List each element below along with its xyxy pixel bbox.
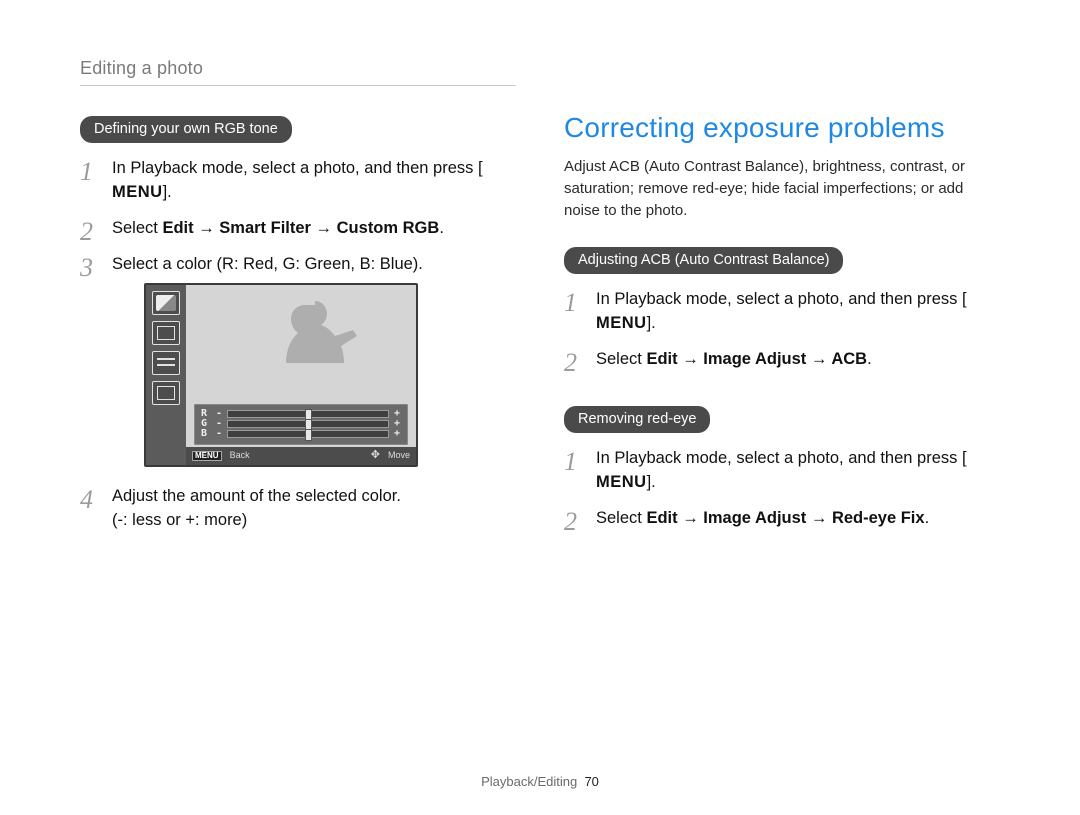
tool-icon	[152, 381, 180, 405]
page: Editing a photo Defining your own RGB to…	[0, 0, 1080, 545]
right-column: Correcting exposure problems Adjust ACB …	[564, 58, 1000, 545]
divider	[80, 85, 516, 86]
tool-icon	[152, 351, 180, 375]
step-1: In Playback mode, select a photo, and th…	[564, 288, 1000, 336]
minus-icon: -	[215, 429, 223, 439]
step-2-path: Edit → Image Adjust → ACB	[646, 350, 867, 368]
step-3: Select a color (R: Red, G: Green, B: Blu…	[80, 253, 516, 467]
slider-track	[227, 420, 389, 428]
step-4: Adjust the amount of the selected color.…	[80, 485, 516, 533]
step-2-post: .	[925, 509, 930, 527]
tool-icon	[152, 291, 180, 315]
step-2-pre: Select	[112, 219, 162, 237]
back-label: Back	[230, 451, 250, 460]
step-2-path: Edit → Smart Filter → Custom RGB	[162, 219, 439, 237]
breadcrumb: Editing a photo	[80, 58, 516, 79]
pill-redeye: Removing red-eye	[564, 406, 710, 433]
back-key: MENU	[192, 451, 222, 461]
step-1-text-post: ].	[163, 183, 172, 201]
step-4-l2: (-: less or +: more)	[112, 511, 247, 529]
step-2-post: .	[439, 219, 444, 237]
menu-button-label: MENU	[596, 312, 647, 336]
slider-row-r: R - +	[201, 409, 401, 419]
step-1: In Playback mode, select a photo, and th…	[564, 447, 1000, 495]
step-3-text: Select a color (R: Red, G: Green, B: Blu…	[112, 255, 423, 273]
slider-track	[227, 410, 389, 418]
tool-icon	[152, 321, 180, 345]
step-1-text-pre: In Playback mode, select a photo, and th…	[112, 159, 483, 177]
preview-statusbar: MENU Back ✥ Move	[186, 447, 416, 465]
section-title: Correcting exposure problems	[564, 112, 1000, 144]
slider-row-b: B - +	[201, 429, 401, 439]
footer-section: Playback/Editing	[481, 774, 577, 789]
preview-sidebar	[146, 285, 186, 465]
slider-thumb	[305, 429, 312, 441]
step-4-l1: Adjust the amount of the selected color.	[112, 487, 401, 505]
step-2: Select Edit → Image Adjust → ACB.	[564, 348, 1000, 372]
step-2-pre: Select	[596, 350, 646, 368]
menu-button-label: MENU	[112, 181, 163, 205]
slider-track	[227, 430, 389, 438]
plus-icon: +	[393, 429, 401, 439]
footer-page: 70	[584, 774, 598, 789]
step-2-path: Edit → Image Adjust → Red-eye Fix	[646, 509, 924, 527]
page-footer: Playback/Editing 70	[0, 774, 1080, 789]
step-1-post: ].	[647, 473, 656, 491]
silhouette-icon	[255, 293, 375, 405]
step-2: Select Edit → Image Adjust → Red-eye Fix…	[564, 507, 1000, 531]
pill-acb: Adjusting ACB (Auto Contrast Balance)	[564, 247, 843, 274]
steps-rgb: In Playback mode, select a photo, and th…	[80, 157, 516, 533]
rgb-preview: R - + G - + B -	[144, 283, 418, 467]
step-2-post: .	[867, 350, 872, 368]
slider-label: B	[201, 429, 211, 439]
left-column: Editing a photo Defining your own RGB to…	[80, 58, 516, 545]
step-1-pre: In Playback mode, select a photo, and th…	[596, 290, 967, 308]
steps-acb: In Playback mode, select a photo, and th…	[564, 288, 1000, 372]
nav-icon: ✥	[371, 450, 380, 461]
slider-row-g: G - +	[201, 419, 401, 429]
pill-rgb-tone: Defining your own RGB tone	[80, 116, 292, 143]
step-2-pre: Select	[596, 509, 646, 527]
menu-button-label: MENU	[596, 471, 647, 495]
move-label: Move	[388, 451, 410, 460]
step-1-pre: In Playback mode, select a photo, and th…	[596, 449, 967, 467]
step-1: In Playback mode, select a photo, and th…	[80, 157, 516, 205]
steps-redeye: In Playback mode, select a photo, and th…	[564, 447, 1000, 531]
step-1-post: ].	[647, 314, 656, 332]
rgb-sliders: R - + G - + B -	[194, 404, 408, 445]
section-intro: Adjust ACB (Auto Contrast Balance), brig…	[564, 156, 1000, 221]
step-2: Select Edit → Smart Filter → Custom RGB.	[80, 217, 516, 241]
